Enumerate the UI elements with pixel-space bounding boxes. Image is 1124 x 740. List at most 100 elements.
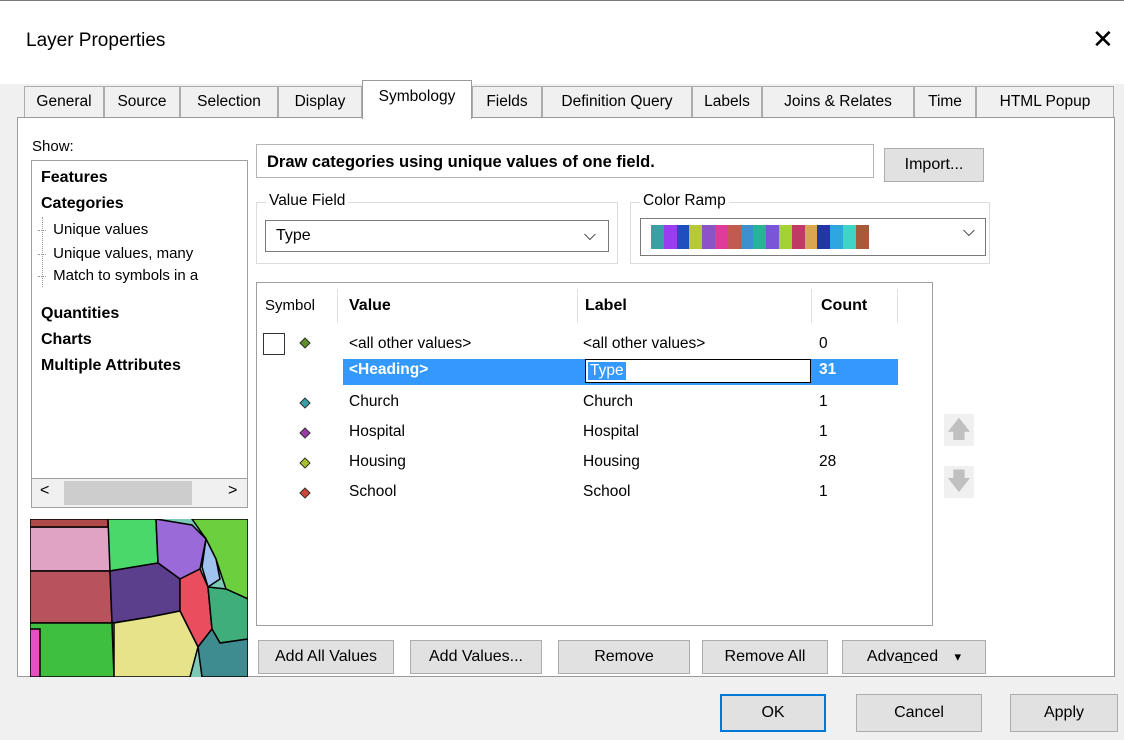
show-item-charts[interactable]: Charts bbox=[41, 331, 92, 349]
tab-labels[interactable]: Labels bbox=[692, 86, 762, 118]
label-edit-field[interactable]: Type bbox=[585, 359, 811, 383]
map-preview-image bbox=[30, 519, 248, 677]
scroll-left-icon[interactable]: < bbox=[40, 482, 49, 500]
window-title: Layer Properties bbox=[26, 30, 166, 51]
advanced-mnemonic: n bbox=[903, 648, 913, 665]
color-ramp-stop bbox=[817, 225, 831, 249]
advanced-label-a: Adva bbox=[866, 648, 904, 665]
show-horizontal-scrollbar[interactable]: < > bbox=[31, 478, 248, 508]
tab-symbology[interactable]: Symbology bbox=[362, 80, 472, 119]
color-ramp-stop bbox=[830, 225, 843, 249]
cell-count-heading: 31 bbox=[819, 361, 837, 378]
cell-value[interactable]: School bbox=[349, 483, 396, 501]
map-preview-graphic bbox=[30, 519, 248, 677]
cell-label[interactable]: Housing bbox=[583, 453, 640, 471]
cell-label[interactable]: <all other values> bbox=[583, 335, 705, 353]
add-values-button[interactable]: Add Values... bbox=[410, 640, 542, 674]
color-ramp-swatch bbox=[651, 225, 869, 249]
chevron-down-icon[interactable]: ⌵ bbox=[584, 221, 596, 251]
label-edit-text[interactable]: Type bbox=[588, 362, 626, 380]
title-bar bbox=[0, 0, 1124, 84]
value-field-selected: Type bbox=[276, 227, 311, 244]
import-button[interactable]: Import... bbox=[884, 148, 984, 182]
header-symbol[interactable]: Symbol bbox=[265, 297, 315, 314]
tab-definition-query[interactable]: Definition Query bbox=[542, 86, 692, 118]
cell-count: 28 bbox=[819, 453, 837, 470]
tab-display[interactable]: Display bbox=[278, 86, 362, 118]
cell-count: 1 bbox=[819, 483, 828, 500]
symbol-marker[interactable] bbox=[299, 427, 311, 439]
all-other-values-checkbox[interactable] bbox=[263, 333, 285, 355]
tab-time[interactable]: Time bbox=[914, 86, 976, 118]
color-ramp-stop bbox=[740, 225, 754, 249]
tab-fields[interactable]: Fields bbox=[472, 86, 542, 118]
dropdown-caret-icon: ▾ bbox=[954, 649, 962, 664]
remove-all-button[interactable]: Remove All bbox=[702, 640, 828, 674]
apply-button[interactable]: Apply bbox=[1010, 694, 1118, 732]
cell-count: 0 bbox=[819, 335, 828, 352]
remove-button[interactable]: Remove bbox=[558, 640, 690, 674]
color-ramp-dropdown[interactable]: ⌵ bbox=[640, 218, 986, 256]
cell-value-heading[interactable]: <Heading> bbox=[349, 361, 428, 379]
cell-value[interactable]: Church bbox=[349, 393, 399, 411]
color-ramp-stop bbox=[663, 225, 677, 249]
cell-value[interactable]: Housing bbox=[349, 453, 406, 471]
header-value[interactable]: Value bbox=[349, 297, 391, 315]
symbol-marker[interactable] bbox=[299, 487, 311, 499]
color-ramp-stop bbox=[791, 225, 805, 249]
close-icon[interactable]: ✕ bbox=[1092, 26, 1114, 52]
move-up-icon[interactable]: 🡅 bbox=[944, 414, 974, 446]
move-down-icon[interactable]: 🡇 bbox=[944, 466, 974, 498]
symbol-value-table[interactable]: Symbol Value Label Count <all other valu… bbox=[256, 282, 933, 626]
cell-value[interactable]: <all other values> bbox=[349, 335, 471, 353]
color-ramp-stop bbox=[676, 225, 690, 249]
show-item-quantities[interactable]: Quantities bbox=[41, 305, 119, 323]
tree-branch: Unique values bbox=[38, 221, 151, 238]
color-ramp-stop bbox=[778, 225, 792, 249]
show-subitem-unique-values-many[interactable]: Unique values, many bbox=[50, 245, 196, 262]
symbol-marker[interactable] bbox=[299, 457, 311, 469]
tab-source[interactable]: Source bbox=[104, 86, 180, 118]
color-ramp-stop bbox=[753, 225, 767, 249]
cell-count: 1 bbox=[819, 423, 828, 440]
scroll-thumb[interactable] bbox=[64, 481, 192, 505]
show-subitem-match-to-symbols[interactable]: Match to symbols in a bbox=[50, 267, 201, 284]
color-ramp-stop bbox=[702, 225, 715, 249]
tab-general[interactable]: General bbox=[24, 86, 104, 118]
value-field-label: Value Field bbox=[266, 192, 349, 210]
symbol-marker[interactable] bbox=[299, 397, 311, 409]
cell-label[interactable]: Hospital bbox=[583, 423, 639, 441]
header-count[interactable]: Count bbox=[821, 297, 867, 315]
tab-selection[interactable]: Selection bbox=[180, 86, 278, 118]
cell-count: 1 bbox=[819, 393, 828, 410]
chevron-down-icon[interactable]: ⌵ bbox=[963, 223, 975, 241]
color-ramp-stop bbox=[714, 225, 728, 249]
show-label: Show: bbox=[32, 138, 74, 155]
color-ramp-stop bbox=[842, 225, 856, 249]
advanced-button[interactable]: Advanced ▾ bbox=[842, 640, 986, 674]
cell-label[interactable]: School bbox=[583, 483, 630, 501]
show-item-multiple-attributes[interactable]: Multiple Attributes bbox=[41, 357, 181, 375]
symbol-marker[interactable] bbox=[299, 337, 311, 349]
tab-joins-relates[interactable]: Joins & Relates bbox=[762, 86, 914, 118]
show-tree[interactable]: Features Categories Unique values Unique… bbox=[31, 160, 248, 508]
tree-branch: Unique values, many bbox=[38, 245, 196, 262]
value-field-dropdown[interactable]: Type ⌵ bbox=[265, 220, 609, 252]
color-ramp-stop bbox=[727, 225, 741, 249]
color-ramp-stop bbox=[855, 225, 869, 249]
cancel-button[interactable]: Cancel bbox=[856, 694, 982, 732]
tab-html-popup[interactable]: HTML Popup bbox=[976, 86, 1114, 118]
color-ramp-stop bbox=[766, 225, 779, 249]
cell-value[interactable]: Hospital bbox=[349, 423, 405, 441]
color-ramp-label: Color Ramp bbox=[640, 192, 729, 210]
show-subitem-unique-values[interactable]: Unique values bbox=[50, 221, 151, 238]
show-item-categories[interactable]: Categories bbox=[41, 195, 124, 213]
color-ramp-stop bbox=[689, 225, 703, 249]
show-item-features[interactable]: Features bbox=[41, 169, 108, 187]
cell-label[interactable]: Church bbox=[583, 393, 633, 411]
scroll-right-icon[interactable]: > bbox=[228, 482, 237, 500]
ok-button[interactable]: OK bbox=[720, 694, 826, 732]
tree-branch: Match to symbols in a bbox=[38, 267, 201, 284]
add-all-values-button[interactable]: Add All Values bbox=[258, 640, 394, 674]
header-label[interactable]: Label bbox=[585, 297, 627, 315]
